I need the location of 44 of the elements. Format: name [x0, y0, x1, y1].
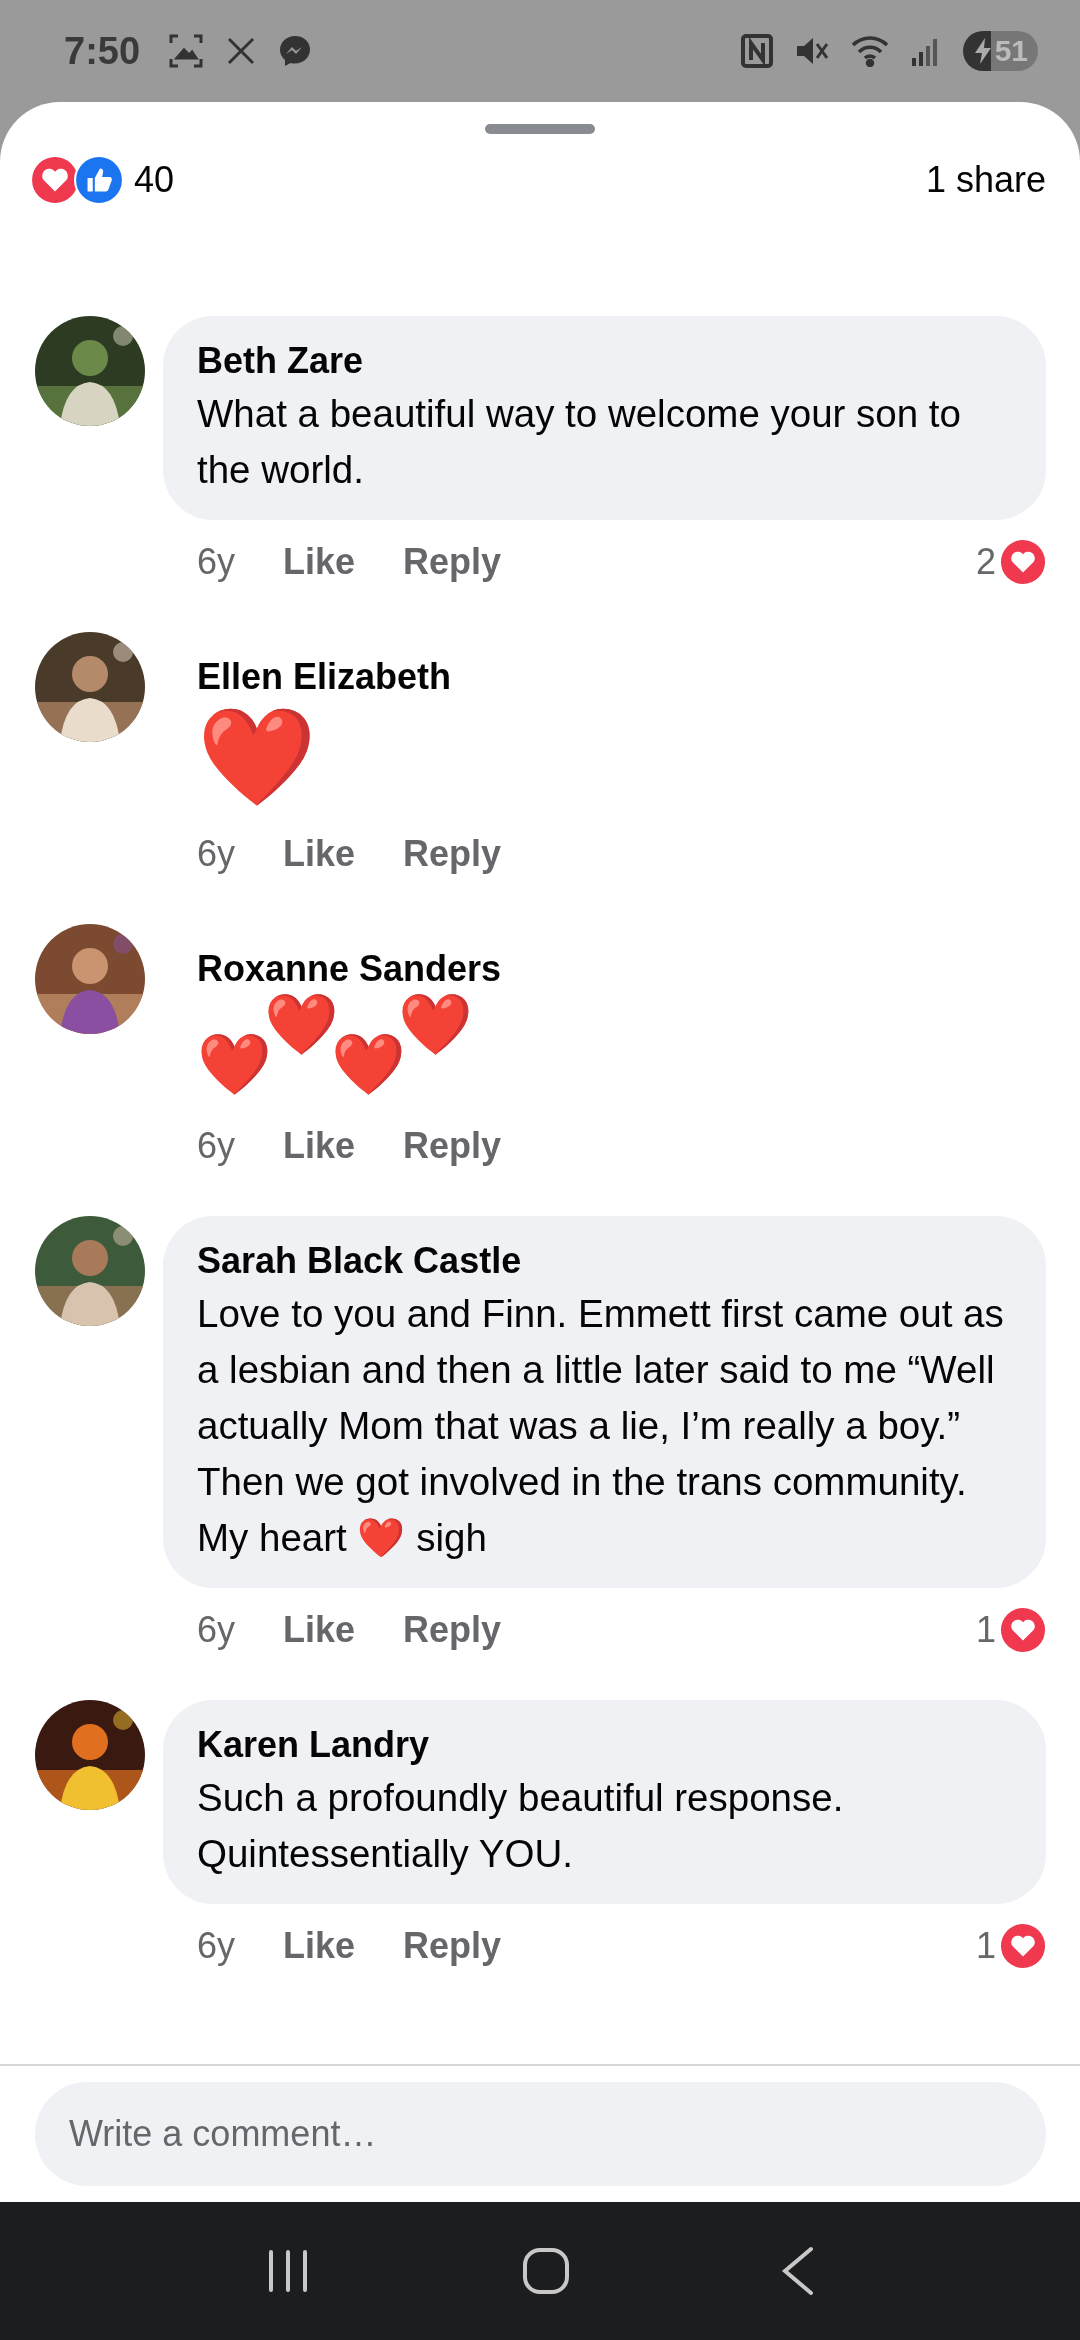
reaction-count[interactable]: 1 — [975, 1925, 996, 1967]
reply-button[interactable]: Reply — [403, 1125, 502, 1167]
commenter-name: Beth Zare — [197, 339, 365, 383]
like-button[interactable]: Like — [283, 1125, 356, 1167]
comment-text: Love to you and Finn. Emmett first came out as a lesbian and then a little later said to me “Well actually Mom that was a lie, I’m really a boy.” Then we got involved in the trans community. My heart ❤ sigh — [197, 1291, 1005, 1562]
comment-age: 6y — [197, 833, 236, 875]
messenger-icon — [278, 34, 313, 68]
comment-age: 6y — [197, 1925, 236, 1967]
like-reaction-icon — [74, 155, 124, 205]
reaction-count[interactable]: 40 — [134, 159, 175, 201]
love-reaction-icon — [1000, 1607, 1046, 1653]
wifi-icon — [850, 35, 889, 67]
like-button[interactable]: Like — [283, 833, 356, 875]
reply-button[interactable]: Reply — [403, 1925, 502, 1967]
reply-button[interactable]: Reply — [403, 1609, 502, 1651]
love-reaction-icon — [1000, 1923, 1046, 1969]
commenter-name: Sarah Black Castle — [197, 1239, 523, 1283]
reaction-count[interactable]: 1 — [975, 1609, 996, 1651]
comment-field[interactable]: Write a comment… — [35, 2082, 1046, 2186]
comment-text: What a beautiful way to welcome your son to the world. — [197, 391, 962, 493]
comment-text: ❤ — [197, 702, 318, 812]
battery-icon: 51 — [962, 31, 1038, 71]
share-count[interactable]: 1 share — [925, 159, 1046, 201]
comment-text: Such a profoundly beautiful response. Quintessentially YOU. — [197, 1775, 845, 1877]
comment-age: 6y — [197, 1125, 236, 1167]
like-button[interactable]: Like — [283, 1609, 356, 1651]
reply-button[interactable]: Reply — [403, 541, 502, 583]
reaction-count[interactable]: 2 — [975, 541, 996, 583]
like-button[interactable]: Like — [283, 541, 356, 583]
nfc-icon — [740, 34, 773, 68]
comment-age: 6y — [197, 541, 236, 583]
commenter-name: Karen Landry — [197, 1723, 431, 1767]
comment-age: 6y — [197, 1609, 236, 1651]
clock: 7:50 — [64, 29, 141, 73]
commenter-name: Roxanne Sanders — [197, 947, 503, 991]
drag-handle[interactable] — [485, 124, 595, 134]
commenter-name: Ellen Elizabeth — [197, 655, 453, 699]
reply-button[interactable]: Reply — [403, 833, 502, 875]
x-logo-icon — [226, 36, 257, 66]
screenshot-icon — [168, 33, 205, 69]
love-reaction-icon — [1000, 539, 1046, 585]
like-button[interactable]: Like — [283, 1925, 356, 1967]
home-icon[interactable] — [521, 2246, 571, 2296]
back-icon[interactable] — [781, 2246, 815, 2296]
